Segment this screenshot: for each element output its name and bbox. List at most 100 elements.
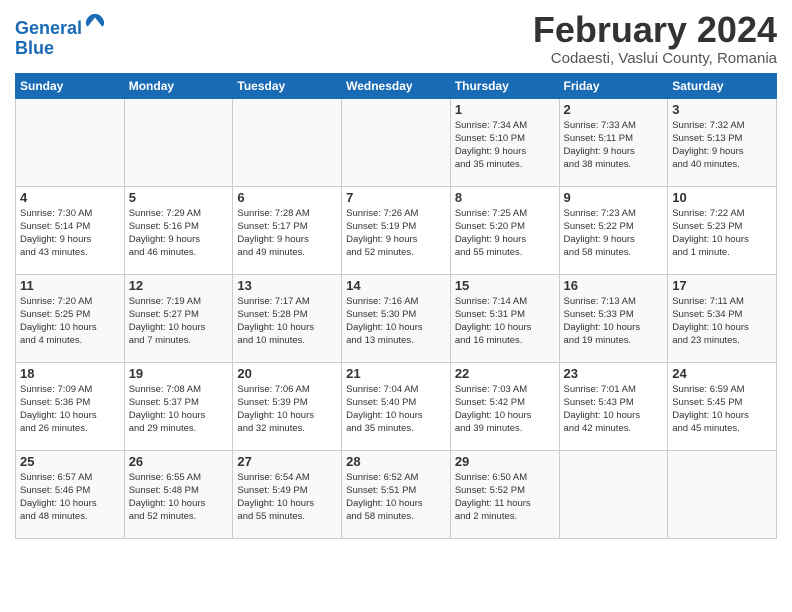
logo: General Blue <box>15 14 106 59</box>
day-info: Sunrise: 7:32 AM Sunset: 5:13 PM Dayligh… <box>672 119 772 172</box>
logo-blue: Blue <box>15 39 106 59</box>
day-number: 5 <box>129 190 229 205</box>
calendar-header-row: SundayMondayTuesdayWednesdayThursdayFrid… <box>16 73 777 98</box>
calendar-cell: 26 Sunrise: 6:55 AM Sunset: 5:48 PM Dayli… <box>124 450 233 538</box>
day-info: Sunrise: 7:17 AM Sunset: 5:28 PM Dayligh… <box>237 295 337 348</box>
logo-icon <box>84 12 106 34</box>
calendar-table: SundayMondayTuesdayWednesdayThursdayFrid… <box>15 73 777 539</box>
calendar-cell: 7 Sunrise: 7:26 AM Sunset: 5:19 PM Daylig… <box>342 186 451 274</box>
day-of-week-header: Monday <box>124 73 233 98</box>
calendar-cell <box>124 98 233 186</box>
calendar-cell: 27 Sunrise: 6:54 AM Sunset: 5:49 PM Dayli… <box>233 450 342 538</box>
day-number: 2 <box>564 102 664 117</box>
day-number: 26 <box>129 454 229 469</box>
calendar-cell: 4 Sunrise: 7:30 AM Sunset: 5:14 PM Daylig… <box>16 186 125 274</box>
day-info: Sunrise: 7:04 AM Sunset: 5:40 PM Dayligh… <box>346 383 446 436</box>
calendar-cell: 13 Sunrise: 7:17 AM Sunset: 5:28 PM Dayli… <box>233 274 342 362</box>
day-info: Sunrise: 7:01 AM Sunset: 5:43 PM Dayligh… <box>564 383 664 436</box>
title-block: February 2024 Codaesti, Vaslui County, R… <box>533 10 777 67</box>
day-info: Sunrise: 6:55 AM Sunset: 5:48 PM Dayligh… <box>129 471 229 524</box>
day-info: Sunrise: 7:26 AM Sunset: 5:19 PM Dayligh… <box>346 207 446 260</box>
day-info: Sunrise: 7:25 AM Sunset: 5:20 PM Dayligh… <box>455 207 555 260</box>
logo-text: General Blue <box>15 14 106 59</box>
calendar-cell: 8 Sunrise: 7:25 AM Sunset: 5:20 PM Daylig… <box>450 186 559 274</box>
calendar-cell: 2Sunrise: 7:33 AM Sunset: 5:11 PM Daylig… <box>559 98 668 186</box>
calendar-cell: 18Sunrise: 7:09 AM Sunset: 5:36 PM Dayli… <box>16 362 125 450</box>
day-info: Sunrise: 7:22 AM Sunset: 5:23 PM Dayligh… <box>672 207 772 260</box>
month-title: February 2024 <box>533 10 777 50</box>
calendar-cell <box>559 450 668 538</box>
calendar-week-row: 1Sunrise: 7:34 AM Sunset: 5:10 PM Daylig… <box>16 98 777 186</box>
page-header: General Blue February 2024 Codaesti, Vas… <box>15 10 777 67</box>
calendar-cell: 23 Sunrise: 7:01 AM Sunset: 5:43 PM Dayli… <box>559 362 668 450</box>
day-info: Sunrise: 7:19 AM Sunset: 5:27 PM Dayligh… <box>129 295 229 348</box>
day-number: 25 <box>20 454 120 469</box>
day-number: 3 <box>672 102 772 117</box>
day-info: Sunrise: 7:11 AM Sunset: 5:34 PM Dayligh… <box>672 295 772 348</box>
day-number: 13 <box>237 278 337 293</box>
day-info: Sunrise: 7:14 AM Sunset: 5:31 PM Dayligh… <box>455 295 555 348</box>
day-info: Sunrise: 7:30 AM Sunset: 5:14 PM Dayligh… <box>20 207 120 260</box>
day-number: 23 <box>564 366 664 381</box>
day-number: 12 <box>129 278 229 293</box>
calendar-week-row: 18Sunrise: 7:09 AM Sunset: 5:36 PM Dayli… <box>16 362 777 450</box>
day-number: 24 <box>672 366 772 381</box>
day-info: Sunrise: 7:08 AM Sunset: 5:37 PM Dayligh… <box>129 383 229 436</box>
day-of-week-header: Tuesday <box>233 73 342 98</box>
calendar-cell: 20 Sunrise: 7:06 AM Sunset: 5:39 PM Dayli… <box>233 362 342 450</box>
calendar-cell: 6Sunrise: 7:28 AM Sunset: 5:17 PM Daylig… <box>233 186 342 274</box>
calendar-cell: 29Sunrise: 6:50 AM Sunset: 5:52 PM Dayli… <box>450 450 559 538</box>
calendar-cell: 16 Sunrise: 7:13 AM Sunset: 5:33 PM Dayli… <box>559 274 668 362</box>
day-number: 15 <box>455 278 555 293</box>
day-number: 11 <box>20 278 120 293</box>
day-number: 6 <box>237 190 337 205</box>
day-number: 7 <box>346 190 446 205</box>
calendar-cell: 25Sunrise: 6:57 AM Sunset: 5:46 PM Dayli… <box>16 450 125 538</box>
calendar-cell: 21 Sunrise: 7:04 AM Sunset: 5:40 PM Dayli… <box>342 362 451 450</box>
calendar-cell <box>668 450 777 538</box>
day-info: Sunrise: 6:50 AM Sunset: 5:52 PM Dayligh… <box>455 471 555 524</box>
day-info: Sunrise: 7:09 AM Sunset: 5:36 PM Dayligh… <box>20 383 120 436</box>
day-of-week-header: Wednesday <box>342 73 451 98</box>
day-number: 17 <box>672 278 772 293</box>
day-of-week-header: Friday <box>559 73 668 98</box>
calendar-cell: 10 Sunrise: 7:22 AM Sunset: 5:23 PM Dayli… <box>668 186 777 274</box>
calendar-cell: 9Sunrise: 7:23 AM Sunset: 5:22 PM Daylig… <box>559 186 668 274</box>
logo-general: General <box>15 18 82 38</box>
day-info: Sunrise: 6:54 AM Sunset: 5:49 PM Dayligh… <box>237 471 337 524</box>
calendar-cell: 5Sunrise: 7:29 AM Sunset: 5:16 PM Daylig… <box>124 186 233 274</box>
day-number: 28 <box>346 454 446 469</box>
calendar-week-row: 11 Sunrise: 7:20 AM Sunset: 5:25 PM Dayli… <box>16 274 777 362</box>
calendar-body: 1Sunrise: 7:34 AM Sunset: 5:10 PM Daylig… <box>16 98 777 538</box>
day-info: Sunrise: 7:06 AM Sunset: 5:39 PM Dayligh… <box>237 383 337 436</box>
calendar-cell: 3 Sunrise: 7:32 AM Sunset: 5:13 PM Daylig… <box>668 98 777 186</box>
calendar-week-row: 25Sunrise: 6:57 AM Sunset: 5:46 PM Dayli… <box>16 450 777 538</box>
day-of-week-header: Sunday <box>16 73 125 98</box>
calendar-cell: 19Sunrise: 7:08 AM Sunset: 5:37 PM Dayli… <box>124 362 233 450</box>
calendar-cell <box>233 98 342 186</box>
day-info: Sunrise: 7:13 AM Sunset: 5:33 PM Dayligh… <box>564 295 664 348</box>
day-number: 21 <box>346 366 446 381</box>
day-number: 22 <box>455 366 555 381</box>
day-of-week-header: Saturday <box>668 73 777 98</box>
calendar-week-row: 4 Sunrise: 7:30 AM Sunset: 5:14 PM Daylig… <box>16 186 777 274</box>
location-subtitle: Codaesti, Vaslui County, Romania <box>533 50 777 67</box>
calendar-cell: 22Sunrise: 7:03 AM Sunset: 5:42 PM Dayli… <box>450 362 559 450</box>
day-number: 27 <box>237 454 337 469</box>
day-number: 8 <box>455 190 555 205</box>
calendar-cell: 24 Sunrise: 6:59 AM Sunset: 5:45 PM Dayli… <box>668 362 777 450</box>
day-number: 16 <box>564 278 664 293</box>
calendar-cell: 12 Sunrise: 7:19 AM Sunset: 5:27 PM Dayli… <box>124 274 233 362</box>
day-info: Sunrise: 7:34 AM Sunset: 5:10 PM Dayligh… <box>455 119 555 172</box>
calendar-cell: 17 Sunrise: 7:11 AM Sunset: 5:34 PM Dayli… <box>668 274 777 362</box>
calendar-cell: 15 Sunrise: 7:14 AM Sunset: 5:31 PM Dayli… <box>450 274 559 362</box>
calendar-cell <box>342 98 451 186</box>
day-number: 4 <box>20 190 120 205</box>
day-info: Sunrise: 6:59 AM Sunset: 5:45 PM Dayligh… <box>672 383 772 436</box>
calendar-cell: 28Sunrise: 6:52 AM Sunset: 5:51 PM Dayli… <box>342 450 451 538</box>
day-number: 10 <box>672 190 772 205</box>
day-info: Sunrise: 7:20 AM Sunset: 5:25 PM Dayligh… <box>20 295 120 348</box>
day-info: Sunrise: 7:23 AM Sunset: 5:22 PM Dayligh… <box>564 207 664 260</box>
day-number: 20 <box>237 366 337 381</box>
calendar-cell: 11 Sunrise: 7:20 AM Sunset: 5:25 PM Dayli… <box>16 274 125 362</box>
